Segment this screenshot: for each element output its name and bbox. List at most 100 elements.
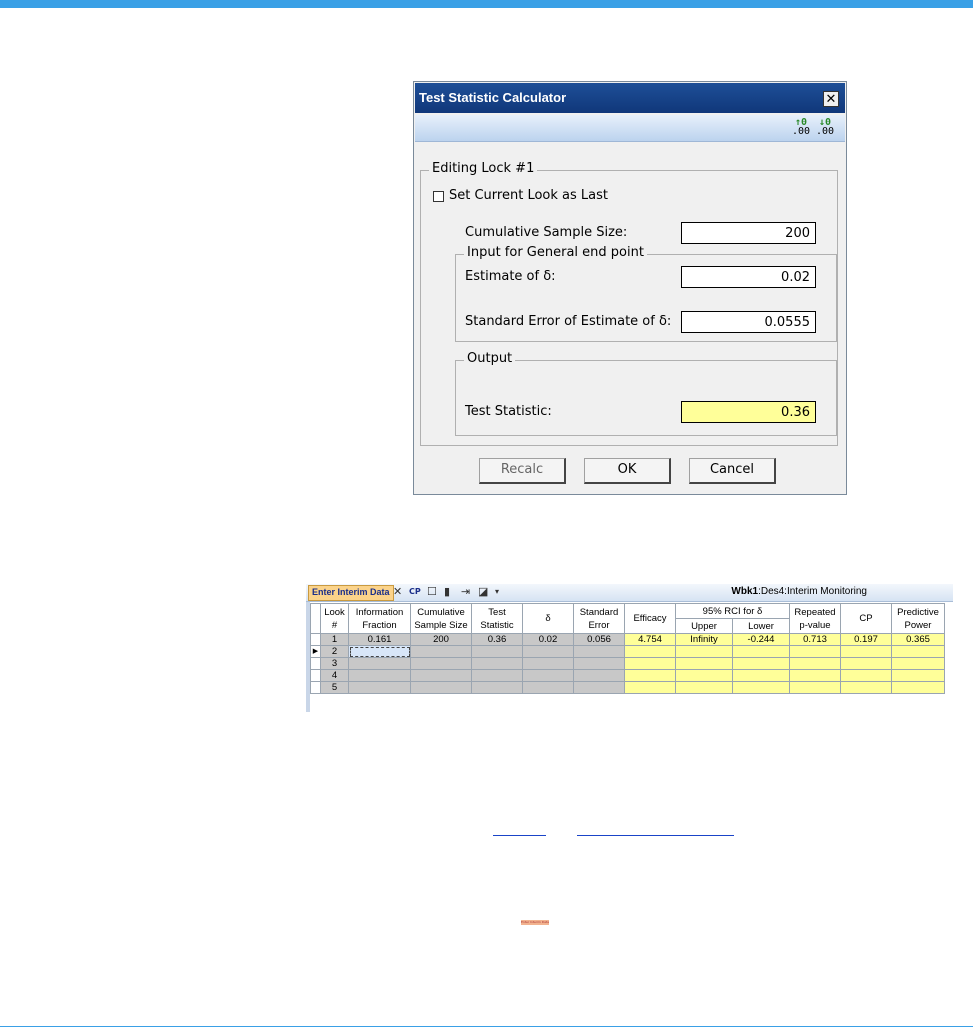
cell-ts[interactable] — [471, 645, 523, 658]
edit-icon[interactable]: ☐ — [427, 585, 437, 599]
cell-delta[interactable]: 0.02 — [522, 633, 574, 646]
cell-delta[interactable] — [522, 645, 574, 658]
dialog-title: Test Statistic Calculator — [419, 90, 567, 105]
delete-icon[interactable]: ✕ — [393, 585, 402, 599]
row-selector[interactable] — [310, 669, 321, 682]
row-selector[interactable] — [310, 681, 321, 694]
cell-lower — [732, 669, 790, 682]
col-predictive-power: Predictive Power — [891, 603, 945, 634]
col-information-fraction: Information Fraction — [348, 603, 411, 634]
cell-rp: 0.713 — [789, 633, 841, 646]
cell-ts[interactable]: 0.36 — [471, 633, 523, 646]
cell-delta[interactable] — [522, 657, 574, 670]
enter-interim-data-badge: Enter Interim Data — [521, 920, 549, 925]
cell-efficacy — [624, 645, 676, 658]
cell-pp — [891, 657, 945, 670]
decrease-decimals-icon[interactable]: ↓0 .00 — [815, 118, 835, 138]
close-icon[interactable]: ✕ — [823, 91, 839, 107]
cell-lower — [732, 645, 790, 658]
dialog-title-bar: Test Statistic Calculator ✕ — [415, 83, 845, 113]
table-row: 1 0.161 200 0.36 0.02 0.056 4.754 Infini… — [310, 633, 945, 646]
ok-button[interactable]: OK — [584, 458, 671, 484]
dialog-toolbar: ↑0 .00 ↓0 .00 — [415, 115, 845, 142]
cell-look: 2 — [320, 645, 349, 658]
cell-pp — [891, 681, 945, 694]
cell-se[interactable] — [573, 645, 625, 658]
cell-delta[interactable] — [522, 669, 574, 682]
cell-info[interactable] — [348, 669, 411, 682]
teststat-label: Test Statistic: — [465, 404, 552, 419]
cell-upper — [675, 681, 733, 694]
cell-upper — [675, 645, 733, 658]
test-statistic-calculator-dialog: Test Statistic Calculator ✕ ↑0 .00 ↓0 .0… — [413, 81, 847, 495]
cell-se[interactable] — [573, 681, 625, 694]
cell-cp — [840, 669, 892, 682]
cell-cum[interactable] — [410, 681, 472, 694]
cell-ts[interactable] — [471, 669, 523, 682]
cell-cp — [840, 657, 892, 670]
cell-ts[interactable] — [471, 681, 523, 694]
cell-se[interactable] — [573, 657, 625, 670]
table-row: 3 — [310, 657, 945, 670]
cell-se[interactable] — [573, 669, 625, 682]
cell-efficacy: 4.754 — [624, 633, 676, 646]
recalc-button[interactable]: Recalc — [479, 458, 566, 484]
cell-info-selected[interactable] — [348, 645, 411, 658]
set-last-checkbox[interactable] — [433, 191, 444, 202]
cell-look: 5 — [320, 681, 349, 694]
col-cp: CP — [840, 603, 892, 634]
export-icon[interactable]: ⇥ — [461, 585, 470, 599]
cell-look: 4 — [320, 669, 349, 682]
cell-ts[interactable] — [471, 657, 523, 670]
cum-sample-input[interactable]: 200 — [681, 222, 816, 244]
set-last-label: Set Current Look as Last — [449, 188, 608, 203]
cell-pp: 0.365 — [891, 633, 945, 646]
col-efficacy: Efficacy — [624, 603, 676, 634]
top-accent-bar — [0, 0, 973, 8]
cell-lower — [732, 657, 790, 670]
cell-look: 3 — [320, 657, 349, 670]
col-look: Look # — [320, 603, 349, 634]
grid-title: Wbk1:Des4:Interim Monitoring — [731, 586, 867, 597]
plot-icon[interactable]: ◪ — [478, 585, 488, 599]
link-underline-2[interactable] — [577, 835, 734, 836]
editing-lock-label: Editing Lock #1 — [429, 161, 538, 176]
col-standard-error: Standard Error — [573, 603, 625, 634]
col-repeated-p-value: Repeated p-value — [789, 603, 841, 634]
cell-efficacy — [624, 681, 676, 694]
increase-decimals-icon[interactable]: ↑0 .00 — [791, 118, 811, 138]
cell-info[interactable] — [348, 657, 411, 670]
estimate-label: Estimate of δ: — [465, 269, 556, 284]
teststat-output: 0.36 — [681, 401, 816, 423]
cell-rp — [789, 681, 841, 694]
row-selector[interactable] — [310, 657, 321, 670]
cancel-button[interactable]: Cancel — [689, 458, 776, 484]
grid-toolbar: Enter Interim Data ✕ CP ☐ ▮ ⇥ ◪ ▾ Wbk1:D… — [306, 584, 953, 602]
cell-cum[interactable] — [410, 669, 472, 682]
table-row: 4 — [310, 669, 945, 682]
row-selector[interactable] — [310, 633, 321, 646]
estimate-input[interactable]: 0.02 — [681, 266, 816, 288]
link-underline-1[interactable] — [493, 835, 546, 836]
chart-icon[interactable]: ▮ — [444, 585, 450, 599]
chevron-down-icon[interactable]: ▾ — [495, 585, 499, 599]
bottom-accent-line — [0, 1026, 973, 1027]
col-rci-upper: Upper — [675, 618, 733, 634]
cell-cum[interactable]: 200 — [410, 633, 472, 646]
cell-lower: -0.244 — [732, 633, 790, 646]
interim-monitoring-grid-panel: Enter Interim Data ✕ CP ☐ ▮ ⇥ ◪ ▾ Wbk1:D… — [306, 584, 953, 712]
cell-cum[interactable] — [410, 645, 472, 658]
current-row-marker[interactable]: ▶ — [310, 645, 321, 658]
table-row: ▶ 2 — [310, 645, 945, 658]
output-group: Output — [455, 351, 837, 436]
cell-info[interactable]: 0.161 — [348, 633, 411, 646]
cell-delta[interactable] — [522, 681, 574, 694]
cell-efficacy — [624, 657, 676, 670]
se-input[interactable]: 0.0555 — [681, 311, 816, 333]
table-row: 5 — [310, 681, 945, 694]
cell-info[interactable] — [348, 681, 411, 694]
enter-interim-data-tab[interactable]: Enter Interim Data — [308, 585, 394, 601]
cp-icon[interactable]: CP — [409, 585, 421, 599]
cell-se[interactable]: 0.056 — [573, 633, 625, 646]
cell-cum[interactable] — [410, 657, 472, 670]
